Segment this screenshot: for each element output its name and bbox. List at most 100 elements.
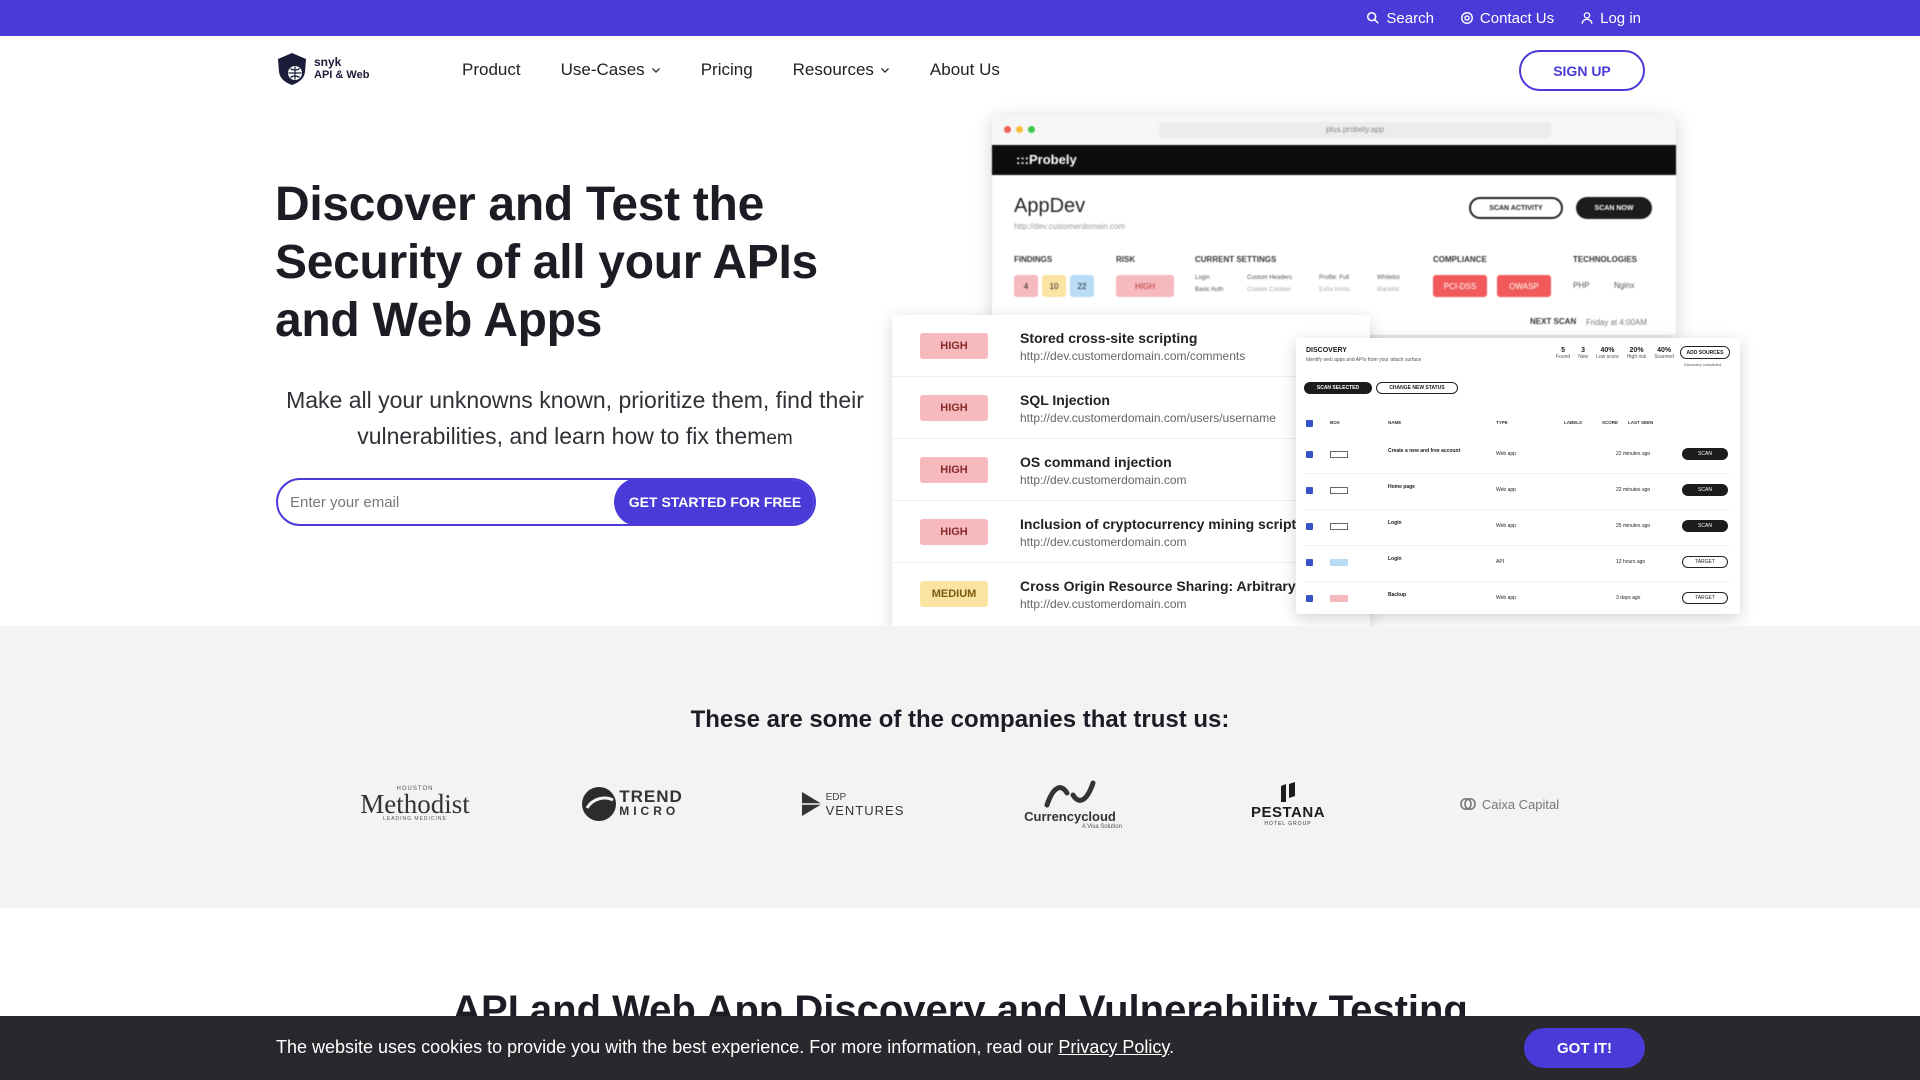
currencycloud-swoosh-icon bbox=[1044, 780, 1096, 807]
findings-label: FINDINGS bbox=[1014, 255, 1053, 264]
contact-link[interactable]: Contact Us bbox=[1460, 10, 1554, 27]
vulnerability-url: http://dev.customerdomain.com bbox=[1020, 597, 1187, 611]
main-nav: snyk API & Web Product Use-Cases Pricing… bbox=[0, 36, 1920, 104]
row-type: API bbox=[1496, 559, 1505, 565]
logo-edp-ventures: EDP VENTURES bbox=[798, 774, 906, 834]
app-url: http://dev.customerdomain.com bbox=[1014, 222, 1126, 231]
primary-menu: Product Use-Cases Pricing Resources Abou… bbox=[462, 36, 1000, 104]
caixa-main: Caixa Capital bbox=[1481, 796, 1560, 812]
table-row: Login API 12 hours ago TARGET bbox=[1306, 546, 1730, 582]
pestana-sub: HOTEL GROUP bbox=[1264, 820, 1312, 827]
nav-item-label: Resources bbox=[792, 60, 874, 79]
vulnerability-title: OS command injection bbox=[1020, 454, 1172, 470]
row-checkbox bbox=[1306, 487, 1313, 494]
row-name: Backup bbox=[1388, 592, 1407, 598]
cc-sub: A Visa Solution bbox=[1081, 823, 1122, 830]
severity-badge: HIGH bbox=[920, 333, 988, 359]
row-last-seen: 3 days ago bbox=[1616, 595, 1641, 601]
cookie-end: . bbox=[1169, 1037, 1175, 1057]
setting-profile: Profile: Full bbox=[1319, 275, 1350, 281]
privacy-policy-link[interactable]: Privacy Policy bbox=[1058, 1037, 1169, 1057]
contact-link-label: Contact Us bbox=[1479, 9, 1555, 27]
hero-subtitle-tail: em bbox=[766, 428, 793, 449]
findings-high-count: 4 bbox=[1014, 275, 1038, 297]
utility-links: Search Contact Us Log in bbox=[1366, 0, 1641, 36]
vulnerability-url: http://dev.customerdomain.com/users/user… bbox=[1020, 411, 1276, 425]
table-row: Home page Web app 22 minutes ago SCAN bbox=[1306, 474, 1730, 510]
table-row: Create a new and free account Web app 22… bbox=[1306, 438, 1730, 474]
chevron-down-icon bbox=[651, 68, 660, 73]
setting-blacklist: Blacklist bbox=[1377, 287, 1400, 293]
app-title: AppDev bbox=[1014, 195, 1086, 217]
app-overview-mockup: plus.probely.app :::Probely AppDev http:… bbox=[992, 115, 1676, 335]
hero-subtitle: Make all your unknowns known, prioritize… bbox=[275, 382, 875, 457]
login-link[interactable]: Log in bbox=[1580, 10, 1641, 27]
stat-found: 5 Found bbox=[1556, 347, 1571, 360]
nav-item-product[interactable]: Product bbox=[462, 60, 521, 80]
logo-caixa-capital: Caixa Capital bbox=[1452, 774, 1564, 834]
edp-play-icon bbox=[801, 792, 822, 816]
add-sources-button: ADD SOURCES bbox=[1680, 346, 1730, 359]
discovery-subtitle: Identify web apps and APIs from your att… bbox=[1306, 357, 1422, 363]
findings-low-count: 22 bbox=[1070, 275, 1094, 297]
window-minimize-dot bbox=[1016, 126, 1023, 133]
nav-item-about-us[interactable]: About Us bbox=[930, 60, 1000, 80]
compliance-owasp: OWASP bbox=[1497, 275, 1551, 297]
next-scan-time: Friday at 4:00AM bbox=[1586, 318, 1647, 327]
login-link-label: Log in bbox=[1600, 9, 1641, 27]
get-started-button[interactable]: GET STARTED FOR FREE bbox=[614, 480, 814, 524]
browser-url-bar: plus.probely.app bbox=[1159, 122, 1551, 138]
cc-main: Currencycloud bbox=[1024, 808, 1116, 824]
vulnerability-url: http://dev.customerdomain.com bbox=[1020, 535, 1187, 549]
compliance-pci-dss: PCI-DSS bbox=[1433, 275, 1487, 297]
thumbnail bbox=[1330, 451, 1348, 458]
row-last-seen: 22 minutes ago bbox=[1616, 451, 1651, 457]
row-type: Web app bbox=[1496, 523, 1516, 529]
setting-whitelist: Whitelist bbox=[1377, 275, 1400, 281]
table-row: Backup Web app 3 days ago TARGET bbox=[1306, 582, 1730, 614]
pestana-mark-icon bbox=[1281, 781, 1295, 802]
row-name: Home page bbox=[1388, 484, 1415, 490]
discovery-table-mockup: DISCOVERY Identify web apps and APIs fro… bbox=[1296, 338, 1740, 614]
methodist-main: Methodist bbox=[360, 789, 470, 819]
logo-line-2: API & Web bbox=[314, 69, 370, 81]
sign-up-button[interactable]: SIGN UP bbox=[1519, 50, 1645, 91]
search-icon bbox=[1367, 11, 1380, 24]
at-sign-icon bbox=[1460, 12, 1473, 24]
row-checkbox bbox=[1306, 523, 1313, 530]
probely-brand-bar: :::Probely bbox=[992, 145, 1676, 175]
search-link[interactable]: Search bbox=[1366, 10, 1434, 27]
setting-extra-hosts: Extra Hosts bbox=[1319, 287, 1351, 293]
stat-high-risk: 20% High risk bbox=[1626, 347, 1647, 360]
stat-scanned: 40% Scanned bbox=[1654, 347, 1674, 360]
email-input[interactable] bbox=[290, 488, 620, 516]
settings-label: CURRENT SETTINGS bbox=[1195, 255, 1277, 264]
tech-nginx: Nginx bbox=[1614, 281, 1635, 290]
site-logo[interactable]: snyk API & Web bbox=[276, 52, 369, 86]
got-it-button[interactable]: GOT IT! bbox=[1524, 1028, 1645, 1068]
thumbnail bbox=[1330, 595, 1348, 602]
methodist-bottom: LEADING MEDICINE bbox=[383, 816, 447, 822]
row-action-button: SCAN bbox=[1682, 484, 1728, 496]
nav-item-use-cases[interactable]: Use-Cases bbox=[561, 60, 661, 80]
row-action-button: TARGET bbox=[1682, 592, 1728, 604]
next-scan-label: NEXT SCAN bbox=[1530, 317, 1577, 326]
logo-pestana: PESTANA HOTEL GROUP bbox=[1248, 774, 1328, 834]
row-checkbox bbox=[1306, 559, 1313, 566]
user-icon bbox=[1581, 12, 1593, 24]
nav-item-pricing[interactable]: Pricing bbox=[701, 60, 753, 80]
col-labels: LABELS bbox=[1564, 420, 1582, 425]
snyk-shield-icon bbox=[278, 53, 306, 85]
discovery-stats: 5 Found 3 New 40% Low score 20% High risk 40… bbox=[1556, 347, 1674, 360]
browser-chrome: plus.probely.app bbox=[992, 115, 1676, 145]
severity-badge: HIGH bbox=[920, 395, 988, 421]
nav-item-resources[interactable]: Resources bbox=[793, 60, 890, 80]
vulnerability-url: http://dev.customerdomain.com/comments bbox=[1020, 349, 1246, 363]
chevron-down-icon bbox=[880, 68, 889, 73]
select-all-checkbox bbox=[1306, 420, 1313, 427]
scan-activity-button: SCAN ACTIVITY bbox=[1469, 197, 1563, 219]
setting-login: Login bbox=[1195, 275, 1210, 281]
window-maximize-dot bbox=[1028, 126, 1035, 133]
vulnerability-title: Stored cross-site scripting bbox=[1020, 330, 1198, 346]
row-action-button: SCAN bbox=[1682, 520, 1728, 532]
